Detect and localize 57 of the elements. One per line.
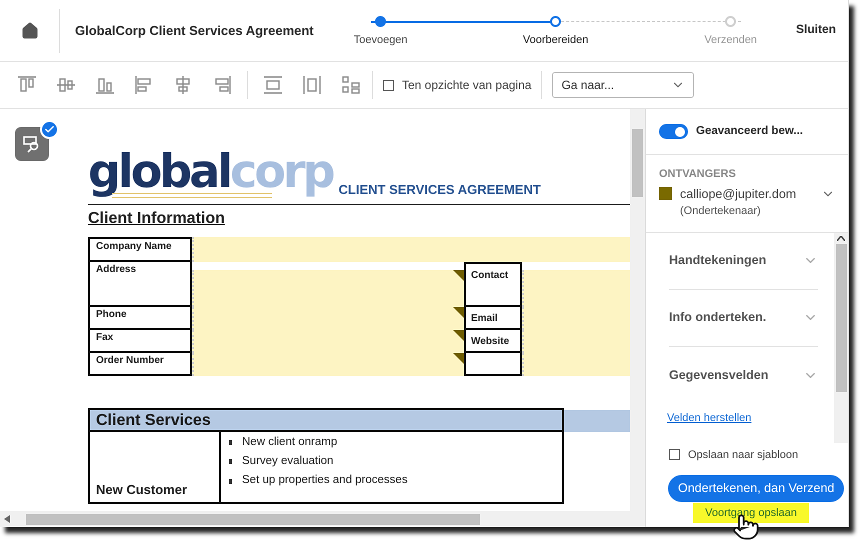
service-label: New Customer — [90, 432, 221, 502]
bullet-icon — [229, 440, 232, 446]
section-header-band — [564, 410, 630, 432]
service-item: Set up properties and processes — [242, 473, 408, 488]
bullet-icon — [229, 478, 232, 484]
checkbox[interactable] — [383, 80, 394, 90]
field-label: Phone — [88, 306, 192, 330]
align-icon[interactable] — [301, 74, 323, 96]
align-icon[interactable] — [262, 74, 284, 96]
step-label[interactable]: Toevoegen — [354, 32, 408, 48]
form-field[interactable] — [522, 270, 630, 307]
section-title: Client Information — [88, 208, 225, 229]
goto-dropdown[interactable]: Ga naar... — [552, 72, 694, 98]
toggle-label: Geavanceerd bew... — [696, 124, 803, 139]
align-icon[interactable] — [340, 74, 362, 96]
save-progress-button[interactable]: Voortgang opslaan — [693, 503, 809, 523]
logo: globalcorp — [88, 145, 333, 200]
accordion-section[interactable]: Info onderteken. — [669, 290, 818, 347]
form-field[interactable] — [464, 236, 630, 262]
home-icon[interactable] — [20, 22, 38, 40]
accordion-section[interactable]: Gegevensvelden — [669, 346, 818, 404]
service-item: Survey evaluation — [242, 454, 334, 470]
service-item: New client onramp — [242, 434, 338, 450]
close-button[interactable]: Sluiten — [796, 20, 836, 38]
horizontal-scrollbar[interactable] — [0, 511, 645, 527]
field-label: Website — [464, 330, 522, 353]
document-heading: CLIENT SERVICES AGREEMENT — [338, 181, 541, 200]
scroll-left-icon[interactable] — [4, 515, 10, 523]
reset-fields-link[interactable]: Velden herstellen — [667, 410, 818, 426]
form-field[interactable] — [192, 270, 464, 307]
field-label — [464, 352, 522, 376]
field-label: Address — [88, 262, 192, 307]
section-header: Client Services — [90, 410, 562, 432]
field-label: Fax — [88, 330, 192, 353]
scroll-up-icon[interactable] — [837, 236, 845, 241]
field-label: Email — [464, 306, 522, 330]
form-field[interactable] — [192, 352, 464, 376]
recipients-heading: ONTVANGERS — [659, 167, 737, 182]
field-label: Order Number — [88, 352, 192, 376]
vertical-scrollbar[interactable] — [630, 109, 645, 511]
recipient-role: (Ondertekenaar) — [680, 204, 762, 220]
sign-then-send-button[interactable]: Ondertekenen, dan Verzend — [668, 475, 844, 502]
checkbox[interactable] — [669, 449, 680, 460]
checkbox-label: Opslaan naar sjabloon — [688, 448, 798, 462]
field-label: Contact — [464, 262, 522, 307]
field-tool-icon[interactable] — [15, 127, 49, 161]
accordion-section[interactable]: Handtekeningen — [669, 232, 818, 290]
panel-scrollbar[interactable] — [834, 232, 848, 442]
form-field[interactable] — [192, 236, 464, 262]
field-label: Company Name — [88, 236, 192, 262]
form-field[interactable] — [522, 352, 630, 376]
toggle-switch[interactable] — [659, 124, 688, 139]
document-title: GlobalCorp Client Services Agreement — [75, 22, 314, 40]
recipient-email: calliope@jupiter.dom — [680, 186, 796, 203]
checkbox-label: Ten opzichte van pagina — [402, 77, 532, 94]
bullet-icon — [229, 459, 232, 464]
step-label[interactable]: Voorbereiden — [522, 32, 588, 48]
